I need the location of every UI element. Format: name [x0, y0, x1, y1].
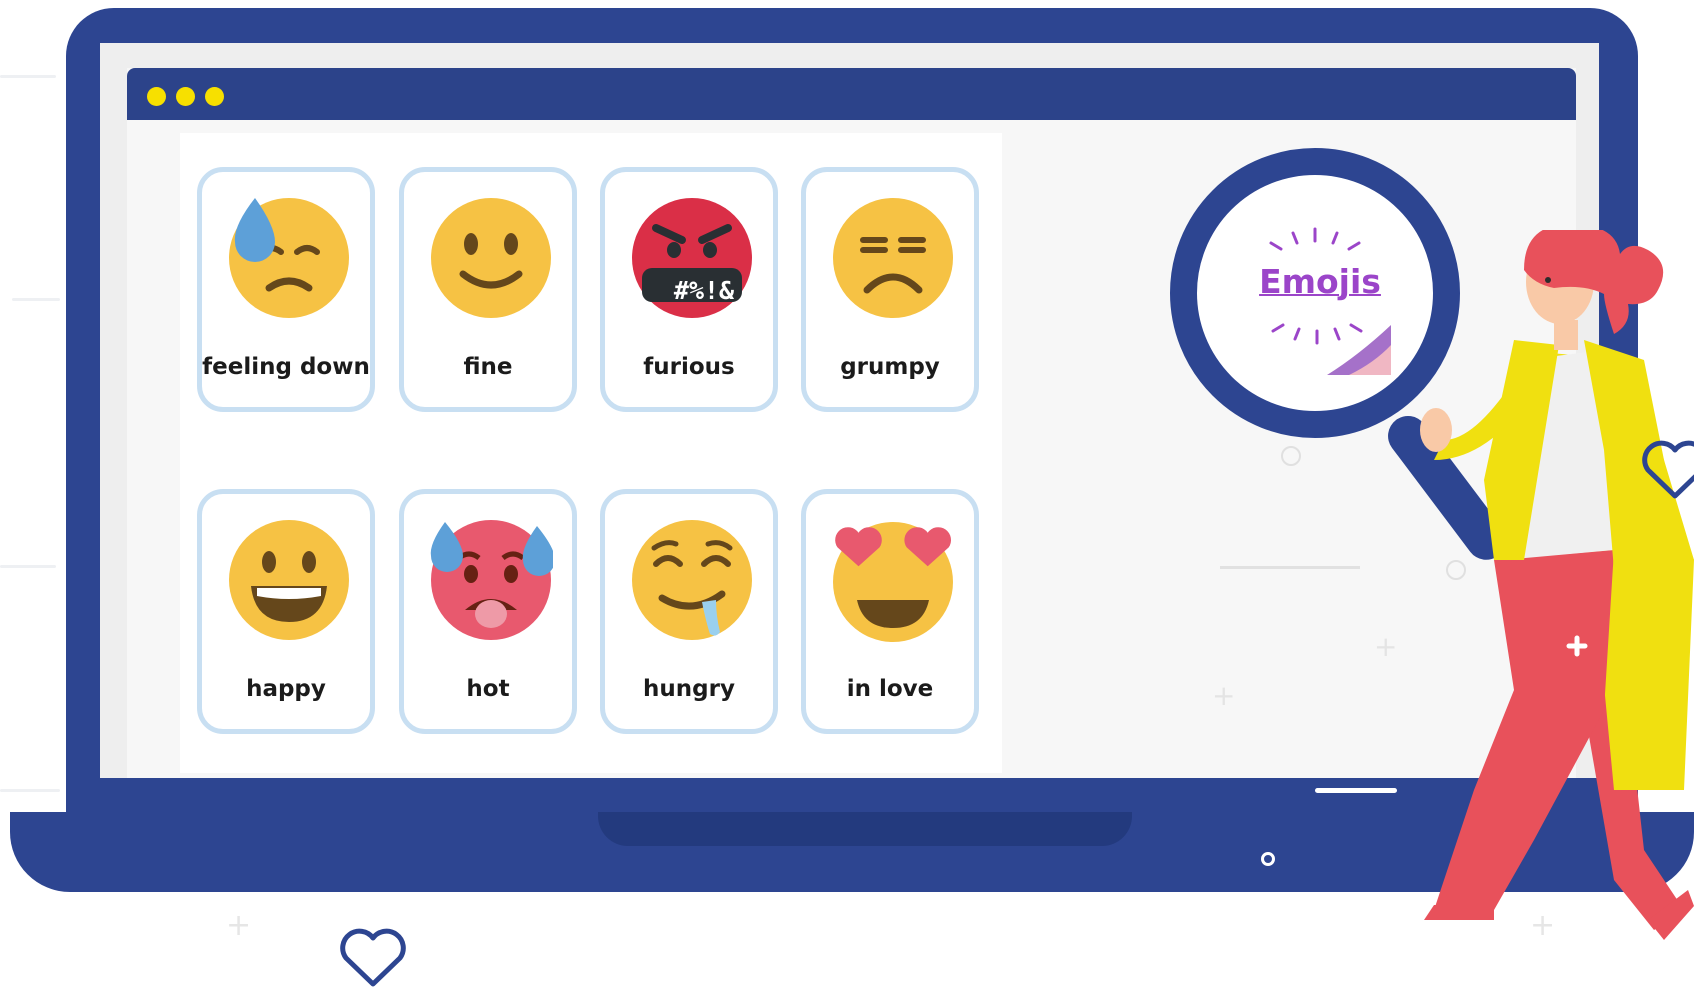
emoji-card-hot[interactable]: hot	[399, 489, 577, 734]
window-dot-icon[interactable]	[205, 87, 224, 106]
emoji-card-fine[interactable]: fine	[399, 167, 577, 412]
drooling-face-icon	[632, 520, 752, 640]
heart-eyes-face-icon	[833, 522, 953, 642]
emoji-card-hungry[interactable]: hungry	[600, 489, 778, 734]
emoji-card-feeling-down[interactable]: feeling down	[197, 167, 375, 412]
grinning-face-icon	[229, 520, 349, 640]
window-dot-icon[interactable]	[176, 87, 195, 106]
emoji-card-label: hot	[466, 676, 510, 702]
cursing-symbols: #%!&	[673, 276, 735, 305]
browser-titlebar	[127, 68, 1576, 120]
woman-illustration	[1420, 230, 1694, 940]
background-line	[12, 298, 60, 301]
emoji-card-in-love[interactable]: in love	[801, 489, 979, 734]
laptop-notch	[598, 812, 1132, 846]
power-indicator-icon	[1261, 852, 1275, 866]
emoji-card-label: fine	[463, 354, 513, 380]
slightly-smiling-face-icon	[431, 198, 551, 318]
emoji-card-label: furious	[643, 354, 735, 380]
background-line	[0, 75, 56, 78]
emoji-card-label: in love	[846, 676, 934, 702]
plus-decoration-icon: +	[1212, 679, 1236, 712]
downcast-sweat-face-icon	[229, 198, 349, 318]
background-line	[0, 789, 60, 792]
plus-decoration-icon: +	[226, 908, 252, 943]
emoji-card-label: grumpy	[840, 354, 940, 380]
heart-outline-icon	[340, 928, 406, 987]
emoji-card-grumpy[interactable]: grumpy	[801, 167, 979, 412]
decorative-line	[1220, 566, 1360, 569]
emoji-card-label: happy	[246, 676, 326, 702]
decorative-circle-icon	[1281, 446, 1301, 466]
heart-outline-icon	[1642, 440, 1694, 499]
background-line	[0, 565, 56, 568]
persevering-face-icon	[833, 198, 953, 318]
emoji-card-furious[interactable]: #%!& furious	[600, 167, 778, 412]
emoji-card-label: feeling down	[202, 354, 370, 380]
emoji-card-label: hungry	[643, 676, 735, 702]
emoji-card-happy[interactable]: happy	[197, 489, 375, 734]
plus-decoration-icon: +	[1530, 908, 1556, 943]
window-dot-icon[interactable]	[147, 87, 166, 106]
hot-face-icon	[430, 520, 553, 640]
